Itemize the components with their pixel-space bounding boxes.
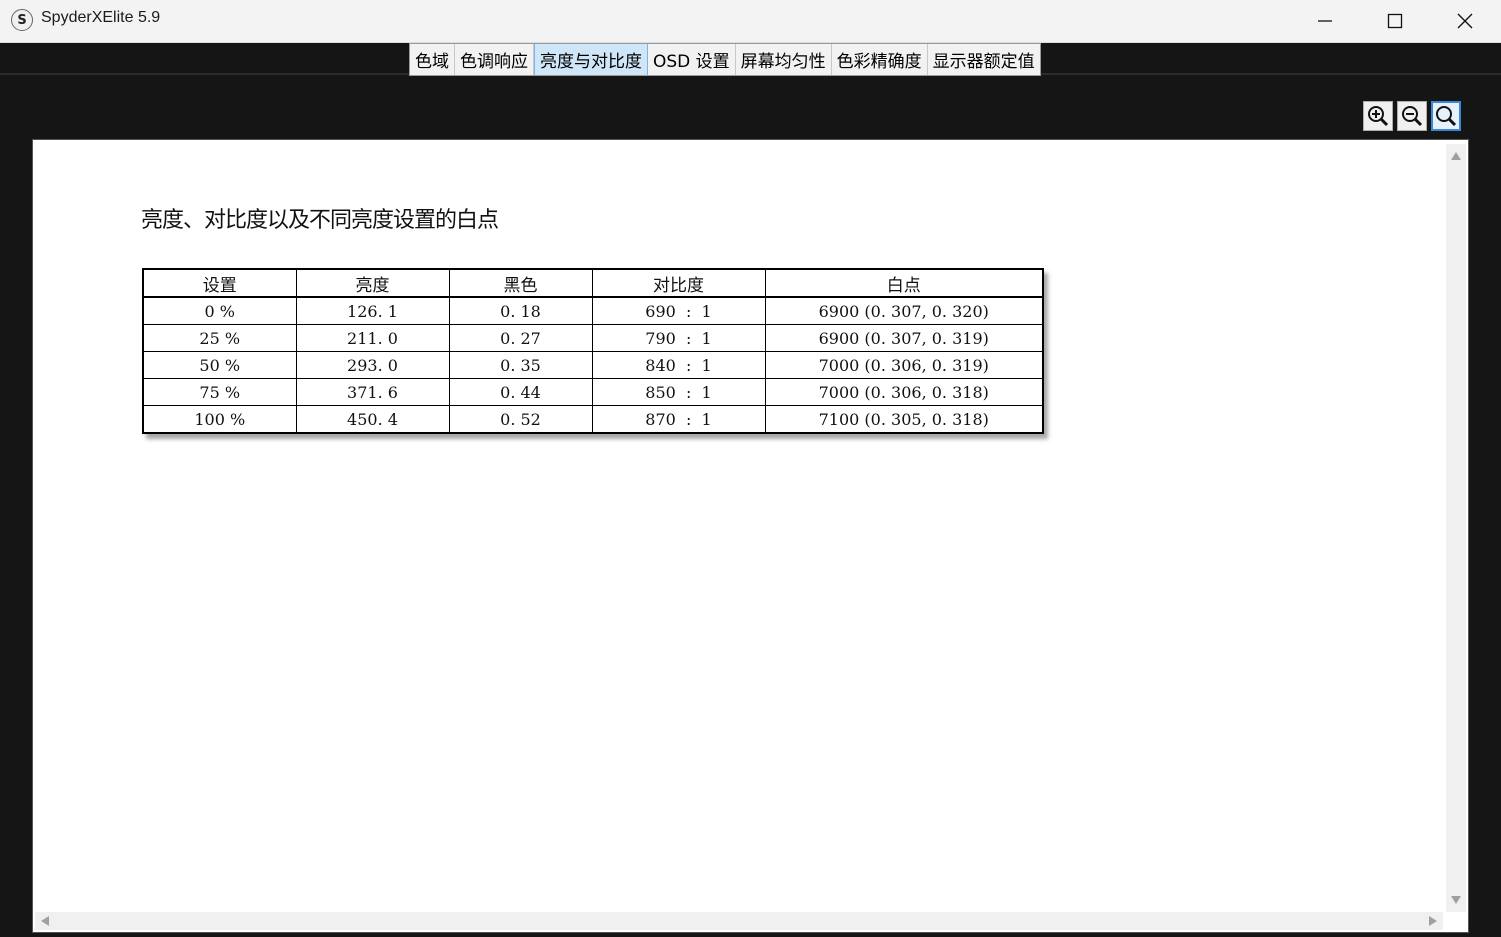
zoom-out-button[interactable] xyxy=(1397,101,1427,131)
brightness-contrast-table: 设置 亮度 黑色 对比度 白点 0 % 126. 1 0. 18 690 : 1… xyxy=(142,268,1044,434)
cell-contrast: 790 : 1 xyxy=(591,324,766,352)
cell-black: 0. 52 xyxy=(448,405,593,434)
cell-contrast: 690 : 1 xyxy=(591,296,766,325)
cell-black: 0. 18 xyxy=(448,296,593,325)
table-row: 0 % 126. 1 0. 18 690 : 1 6900 (0. 307, 0… xyxy=(142,296,1044,325)
minimize-button[interactable] xyxy=(1290,0,1360,42)
app-logo-icon: S xyxy=(11,9,33,31)
cell-setting: 0 % xyxy=(142,296,297,325)
scroll-up-icon[interactable] xyxy=(1451,152,1461,160)
column-header-setting: 设置 xyxy=(142,268,297,298)
tab-color-accuracy[interactable]: 色彩精确度 xyxy=(832,44,928,75)
cell-contrast: 850 : 1 xyxy=(591,378,766,406)
cell-contrast: 870 : 1 xyxy=(591,405,766,434)
window-title: SpyderXElite 5.9 xyxy=(41,9,161,26)
maximize-button[interactable] xyxy=(1360,0,1430,42)
cell-setting: 50 % xyxy=(142,351,297,379)
cell-setting: 100 % xyxy=(142,405,297,434)
tab-brightness-contrast[interactable]: 亮度与对比度 xyxy=(534,44,648,75)
tab-osd-settings[interactable]: OSD 设置 xyxy=(648,44,736,75)
maximize-icon xyxy=(1387,13,1403,29)
vertical-scrollbar[interactable] xyxy=(1446,144,1466,912)
cell-white-point: 7000 (0. 306, 0. 318) xyxy=(764,378,1044,406)
horizontal-scrollbar[interactable] xyxy=(35,912,1443,930)
table-header-row: 设置 亮度 黑色 对比度 白点 xyxy=(142,268,1044,298)
cell-setting: 75 % xyxy=(142,378,297,406)
column-header-black: 黑色 xyxy=(448,268,593,298)
scroll-down-icon[interactable] xyxy=(1451,896,1461,904)
tab-tone-response[interactable]: 色调响应 xyxy=(455,44,534,75)
cell-setting: 25 % xyxy=(142,324,297,352)
cell-black: 0. 35 xyxy=(448,351,593,379)
cell-contrast: 840 : 1 xyxy=(591,351,766,379)
cell-brightness: 126. 1 xyxy=(295,296,450,325)
zoom-out-icon xyxy=(1402,106,1423,127)
tab-display-rating[interactable]: 显示器额定值 xyxy=(928,44,1040,75)
cell-brightness: 371. 6 xyxy=(295,378,450,406)
table-row: 25 % 211. 0 0. 27 790 : 1 6900 (0. 307, … xyxy=(142,324,1044,352)
cell-brightness: 293. 0 xyxy=(295,351,450,379)
cell-white-point: 6900 (0. 307, 0. 319) xyxy=(764,324,1044,352)
table-row: 75 % 371. 6 0. 44 850 : 1 7000 (0. 306, … xyxy=(142,378,1044,406)
cell-brightness: 211. 0 xyxy=(295,324,450,352)
cell-white-point: 7000 (0. 306, 0. 319) xyxy=(764,351,1044,379)
cell-black: 0. 27 xyxy=(448,324,593,352)
cell-brightness: 450. 4 xyxy=(295,405,450,434)
table-row: 100 % 450. 4 0. 52 870 : 1 7100 (0. 305,… xyxy=(142,405,1044,434)
cell-white-point: 6900 (0. 307, 0. 320) xyxy=(764,296,1044,325)
close-button[interactable] xyxy=(1430,0,1500,42)
zoom-fit-icon xyxy=(1436,106,1457,127)
report-viewport: 亮度、对比度以及不同亮度设置的白点 设置 亮度 黑色 对比度 白点 0 % 12… xyxy=(32,139,1469,933)
column-header-brightness: 亮度 xyxy=(295,268,450,298)
tab-bar: 色域 色调响应 亮度与对比度 OSD 设置 屏幕均匀性 色彩精确度 显示器额定值 xyxy=(409,43,1041,76)
tab-screen-uniformity[interactable]: 屏幕均匀性 xyxy=(736,44,832,75)
cell-white-point: 7100 (0. 305, 0. 318) xyxy=(764,405,1044,434)
zoom-toolbar xyxy=(1363,101,1461,131)
title-bar: S SpyderXElite 5.9 xyxy=(0,0,1501,43)
cell-black: 0. 44 xyxy=(448,378,593,406)
scroll-left-icon[interactable] xyxy=(41,916,49,926)
zoom-fit-button[interactable] xyxy=(1431,101,1461,131)
column-header-contrast: 对比度 xyxy=(591,268,766,298)
close-icon xyxy=(1457,13,1473,29)
table-row: 50 % 293. 0 0. 35 840 : 1 7000 (0. 306, … xyxy=(142,351,1044,379)
zoom-in-icon xyxy=(1368,106,1389,127)
scroll-right-icon[interactable] xyxy=(1429,916,1437,926)
zoom-in-button[interactable] xyxy=(1363,101,1393,131)
column-header-white-point: 白点 xyxy=(764,268,1044,298)
tab-gamut[interactable]: 色域 xyxy=(410,44,455,75)
report-title: 亮度、对比度以及不同亮度设置的白点 xyxy=(141,208,499,233)
minimize-icon xyxy=(1318,20,1332,22)
